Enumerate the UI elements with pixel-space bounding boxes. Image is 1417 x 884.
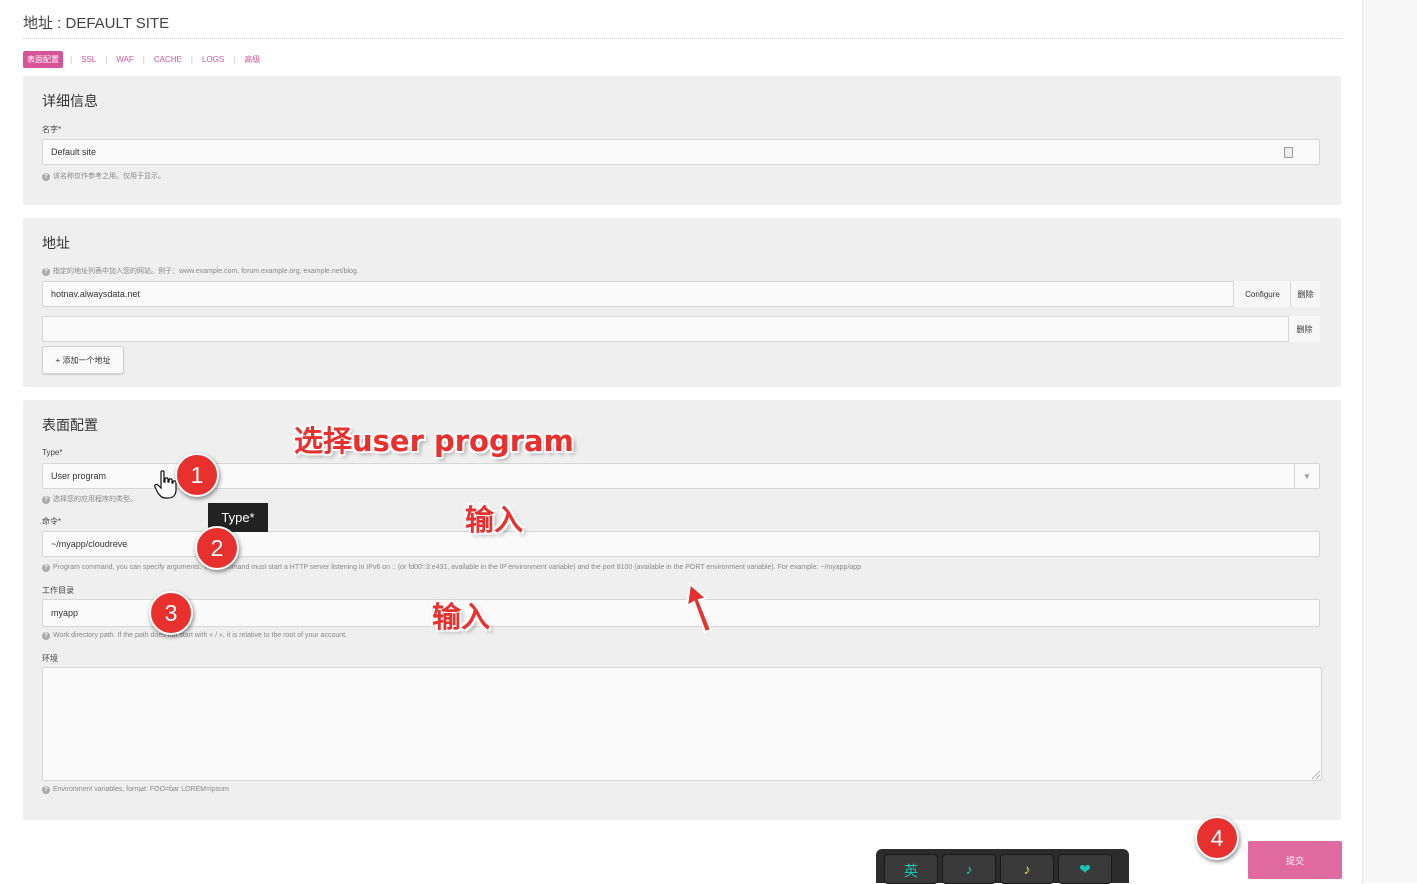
delete-button[interactable]: 删除 bbox=[1288, 316, 1320, 342]
annotation-select-user-program: 选择user program bbox=[294, 424, 574, 458]
tab-separator: | bbox=[233, 54, 236, 64]
name-input[interactable]: Default site bbox=[42, 139, 1320, 165]
right-gutter bbox=[1362, 0, 1417, 883]
details-title: 详细信息 bbox=[42, 93, 98, 109]
tab-ssl[interactable]: SSL bbox=[79, 55, 98, 64]
step-badge-3: 3 bbox=[149, 591, 193, 635]
command-value: ~/myapp/cloudreve bbox=[51, 539, 128, 549]
type-value: User program bbox=[51, 471, 107, 481]
help-icon: ? bbox=[42, 632, 50, 640]
ime-toolbar: 英 ♪ ♪ ❤ bbox=[876, 849, 1129, 884]
annotation-input-command: 输入 bbox=[465, 503, 524, 537]
env-label: 环境 bbox=[42, 654, 58, 663]
chevron-down-icon[interactable]: ▼ bbox=[1294, 464, 1319, 488]
help-icon: ? bbox=[42, 496, 50, 504]
type-help: ? 选择您的应用程序的类型。 bbox=[42, 494, 137, 504]
config-title: 表面配置 bbox=[42, 417, 98, 433]
env-help: ? Environment variables, format: FOO=bar … bbox=[42, 786, 229, 794]
tab-logs[interactable]: LOGS bbox=[200, 55, 226, 64]
type-help-text: 选择您的应用程序的类型。 bbox=[53, 496, 137, 503]
command-label: 命令* bbox=[42, 517, 62, 526]
ime-key-english[interactable]: 英 bbox=[884, 854, 938, 884]
add-address-button[interactable]: + 添加一个地址 bbox=[42, 346, 124, 374]
help-icon: ? bbox=[42, 786, 50, 794]
config-panel: 表面配置 Type* User program ▼ ? 选择您的应用程序的类型。 … bbox=[23, 400, 1341, 820]
tab-cache[interactable]: CACHE bbox=[152, 55, 184, 64]
address-input-2[interactable]: 删除 bbox=[42, 316, 1320, 342]
tab-separator: | bbox=[142, 54, 145, 64]
address-help: ? 指定的地址列表中加入您的网站。例子：www.example.com, foru… bbox=[42, 266, 359, 276]
workdir-help-text: Work directory path. If the path does no… bbox=[53, 632, 348, 639]
workdir-value: myapp bbox=[51, 608, 79, 618]
name-help: ? 该名称仅作参考之用。仅用于显示。 bbox=[42, 171, 165, 181]
workdir-help: ? Work directory path. If the path does n… bbox=[42, 632, 347, 640]
autofill-icon[interactable] bbox=[1284, 147, 1293, 158]
env-textarea[interactable] bbox=[42, 667, 1322, 781]
tab-separator: | bbox=[190, 54, 193, 64]
arrow-annotation-icon bbox=[685, 582, 713, 634]
resize-handle-icon[interactable] bbox=[1312, 771, 1320, 779]
ime-key[interactable]: ♪ bbox=[1000, 854, 1054, 884]
type-select[interactable]: User program ▼ bbox=[42, 463, 1320, 489]
help-icon: ? bbox=[42, 173, 50, 181]
tab-surface-config[interactable]: 表面配置 bbox=[23, 50, 63, 68]
name-label: 名字* bbox=[42, 125, 62, 134]
step-badge-2: 2 bbox=[195, 526, 239, 570]
ime-key[interactable]: ❤ bbox=[1058, 854, 1112, 884]
help-icon: ? bbox=[42, 268, 50, 276]
delete-button[interactable]: 删除 bbox=[1290, 281, 1320, 307]
address-input-1[interactable]: hotnav.alwaysdata.net Configure 删除 bbox=[42, 281, 1320, 307]
type-label: Type* bbox=[42, 448, 63, 457]
workdir-input[interactable]: myapp bbox=[42, 599, 1320, 627]
workdir-label: 工作目录 bbox=[42, 586, 74, 595]
name-help-text: 该名称仅作参考之用。仅用于显示。 bbox=[53, 173, 165, 180]
step-badge-1: 1 bbox=[175, 453, 219, 497]
address-help-text: 指定的地址列表中加入您的网站。例子：www.example.com, forum… bbox=[53, 268, 359, 275]
command-help-text: Program command, you can specify argumen… bbox=[53, 564, 862, 571]
address-panel: 地址 ? 指定的地址列表中加入您的网站。例子：www.example.com, f… bbox=[23, 218, 1341, 387]
configure-button[interactable]: Configure bbox=[1233, 281, 1291, 307]
page-title: 地址 : DEFAULT SITE bbox=[23, 15, 170, 32]
help-icon: ? bbox=[42, 564, 50, 572]
tab-separator: | bbox=[105, 54, 108, 64]
address-value: hotnav.alwaysdata.net bbox=[51, 289, 140, 299]
address-title: 地址 bbox=[42, 235, 70, 251]
tab-bar: 表面配置 | SSL | WAF | CACHE | LOGS | 高级 bbox=[23, 50, 262, 68]
title-divider bbox=[23, 38, 1341, 39]
env-help-text: Environment variables, format: FOO=bar L… bbox=[53, 786, 229, 793]
ime-key[interactable]: ♪ bbox=[942, 854, 996, 884]
name-value: Default site bbox=[51, 147, 97, 157]
tab-waf[interactable]: WAF bbox=[114, 55, 135, 64]
tab-separator: | bbox=[70, 54, 73, 64]
annotation-input-workdir: 输入 bbox=[432, 600, 491, 634]
tab-advanced[interactable]: 高级 bbox=[242, 54, 262, 65]
submit-button[interactable]: 提交 bbox=[1248, 841, 1342, 879]
command-help: ? Program command, you can specify argume… bbox=[42, 564, 861, 572]
details-panel: 详细信息 名字* Default site ? 该名称仅作参考之用。仅用于显示。 bbox=[23, 76, 1341, 205]
step-badge-4: 4 bbox=[1195, 816, 1239, 860]
